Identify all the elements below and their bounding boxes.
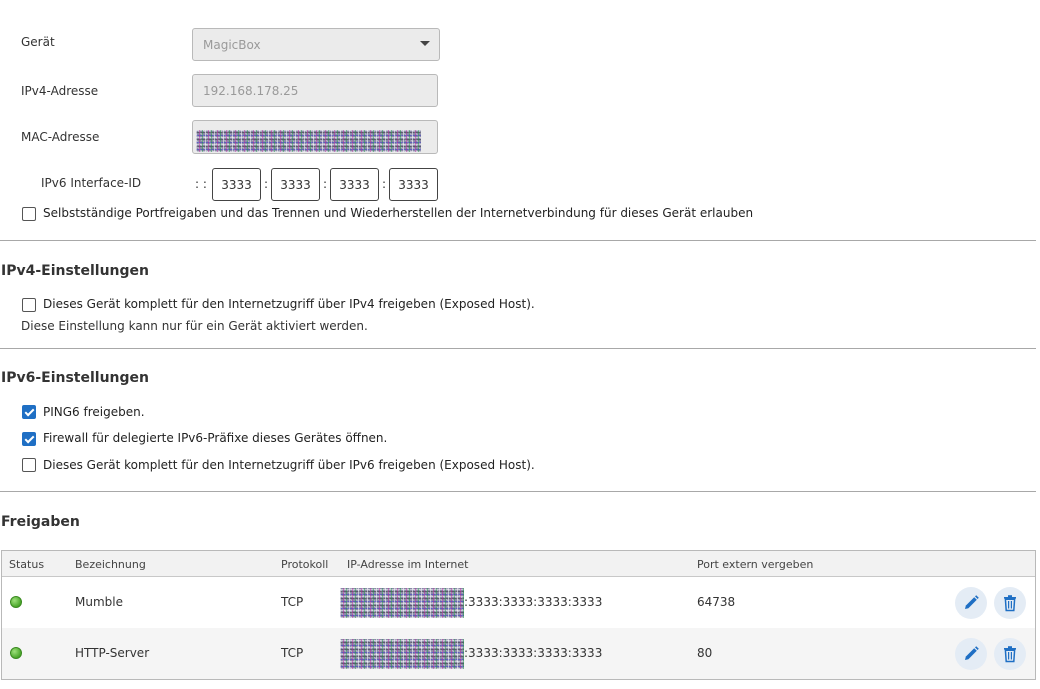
trash-icon — [1004, 646, 1016, 663]
edit-button[interactable] — [955, 587, 987, 619]
mac-address-redacted — [196, 130, 421, 152]
iid-separator: : — [382, 177, 387, 191]
ipv4-address-field[interactable]: 192.168.178.25 — [192, 74, 438, 107]
ipv4-address-label: IPv4-Adresse — [21, 84, 99, 98]
ipv6-iid-part-4[interactable]: 3333 — [389, 168, 438, 201]
trash-icon — [1004, 595, 1016, 612]
table-header: Status Bezeichnung Protokoll IP-Adresse … — [2, 551, 1035, 577]
col-bezeichnung: Bezeichnung — [75, 558, 146, 571]
row-ip-suffix: :3333:3333:3333:3333 — [464, 646, 603, 660]
divider — [0, 348, 1036, 349]
row-name: HTTP-Server — [75, 646, 150, 660]
ipv4-exposed-host-checkbox[interactable] — [22, 298, 36, 312]
delete-button[interactable] — [994, 638, 1026, 670]
pencil-icon — [965, 646, 979, 660]
ping6-label: PING6 freigeben. — [43, 405, 145, 419]
chevron-down-icon — [420, 41, 430, 46]
col-port-extern: Port extern vergeben — [697, 558, 814, 571]
freigaben-table: Status Bezeichnung Protokoll IP-Adresse … — [1, 550, 1036, 680]
row-port: 80 — [697, 646, 713, 660]
table-row: HTTP-Server TCP :3333:3333:3333:3333 80 — [2, 628, 1035, 679]
col-status: Status — [9, 558, 45, 571]
device-select[interactable]: MagicBox — [192, 28, 440, 61]
ipv6-iid-part-1[interactable]: 3333 — [212, 168, 261, 201]
status-led-icon — [10, 647, 22, 659]
iid-separator: : — [323, 177, 328, 191]
row-port: 64738 — [697, 595, 736, 609]
row-name: Mumble — [75, 595, 123, 609]
ipv6-interface-id-label: IPv6 Interface-ID — [41, 176, 142, 190]
table-row: Mumble TCP :3333:3333:3333:3333 64738 — [2, 577, 1035, 628]
self-portfreigabe-checkbox[interactable] — [22, 207, 36, 221]
mac-address-field[interactable] — [192, 120, 438, 154]
iid-separator: : — [264, 177, 269, 191]
ipv4-section-title: IPv4-Einstellungen — [1, 263, 150, 279]
pencil-icon — [965, 595, 979, 609]
self-portfreigabe-label: Selbstständige Portfreigaben und das Tre… — [43, 206, 754, 220]
edit-button[interactable] — [955, 638, 987, 670]
ipv4-exposed-host-label: Dieses Gerät komplett für den Internetzu… — [43, 297, 535, 311]
ip-address-redacted — [340, 588, 464, 618]
col-protokoll: Protokoll — [281, 558, 329, 571]
firewall-prefix-label: Firewall für delegierte IPv6-Präfixe die… — [43, 431, 388, 445]
row-protocol: TCP — [281, 595, 304, 609]
row-protocol: TCP — [281, 646, 304, 660]
firewall-prefix-checkbox[interactable] — [22, 432, 36, 446]
ipv4-exposed-host-note: Diese Einstellung kann nur für ein Gerät… — [21, 319, 368, 333]
iid-prefix-colons: : : — [195, 177, 207, 191]
geraet-label: Gerät — [21, 35, 55, 49]
ipv6-exposed-host-checkbox[interactable] — [22, 458, 36, 472]
row-ip-suffix: :3333:3333:3333:3333 — [464, 595, 603, 609]
device-select-value: MagicBox — [203, 37, 261, 52]
divider — [0, 240, 1036, 241]
ipv4-address-value: 192.168.178.25 — [203, 83, 299, 98]
ip-address-redacted — [340, 639, 464, 669]
delete-button[interactable] — [994, 587, 1026, 619]
ipv6-iid-part-2[interactable]: 3333 — [271, 168, 320, 201]
mac-address-label: MAC-Adresse — [21, 130, 100, 144]
freigaben-title: Freigaben — [1, 514, 80, 530]
status-led-icon — [10, 596, 22, 608]
col-ip-adresse: IP-Adresse im Internet — [347, 558, 469, 571]
ipv6-exposed-host-label: Dieses Gerät komplett für den Internetzu… — [43, 458, 535, 472]
ping6-checkbox[interactable] — [22, 405, 36, 419]
ipv6-iid-part-3[interactable]: 3333 — [330, 168, 379, 201]
ipv6-section-title: IPv6-Einstellungen — [1, 370, 150, 386]
divider — [0, 491, 1036, 492]
